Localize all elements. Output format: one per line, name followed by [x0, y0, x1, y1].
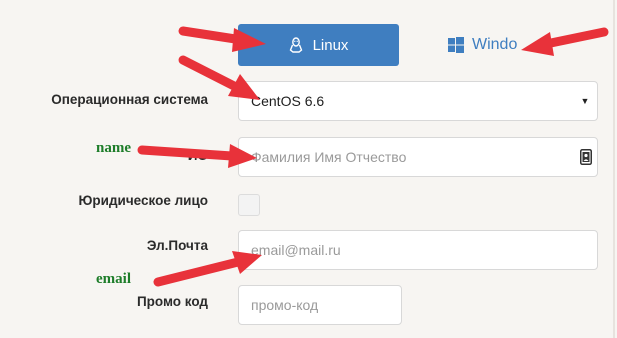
email-input[interactable]	[251, 242, 597, 258]
annotation-email-label: email	[96, 271, 131, 287]
contact-card-icon[interactable]	[575, 149, 597, 165]
promo-label: Промо код	[136, 294, 208, 309]
legal-entity-checkbox[interactable]	[238, 194, 260, 216]
fio-input[interactable]	[251, 149, 575, 165]
linux-tab-button[interactable]: Linux	[238, 24, 399, 66]
linux-tab-label: Linux	[312, 36, 349, 54]
promo-input[interactable]	[251, 297, 401, 313]
annotation-name-label: name	[96, 140, 131, 156]
linux-icon	[289, 37, 303, 53]
email-field[interactable]	[238, 230, 598, 270]
legal-entity-label: Юридическое лицо	[78, 193, 208, 208]
windows-icon	[448, 37, 464, 53]
os-select-value: CentOS 6.6	[251, 93, 325, 109]
promo-field[interactable]	[238, 285, 402, 325]
os-select[interactable]: CentOS 6.6 ▼	[238, 81, 598, 121]
os-label: Операционная система	[51, 92, 208, 107]
chevron-down-icon: ▼	[580, 96, 590, 106]
windows-tab-label: Windo	[472, 36, 518, 53]
order-form-panel: Linux Windo Операционная система CentOS …	[0, 0, 615, 338]
windows-tab-button[interactable]: Windo	[430, 24, 580, 66]
email-label: Эл.Почта	[146, 238, 208, 253]
fio-field[interactable]	[238, 137, 598, 177]
